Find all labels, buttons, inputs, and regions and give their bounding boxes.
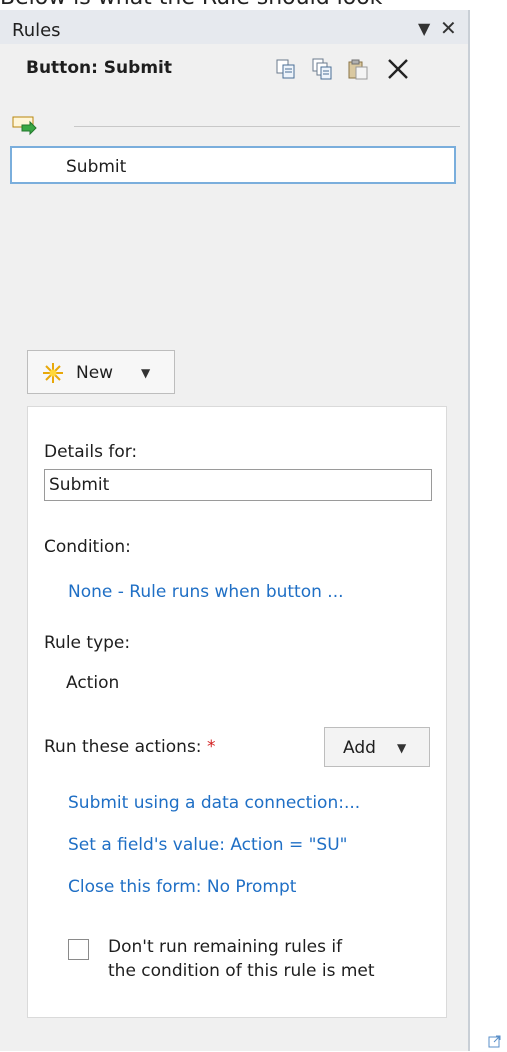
rule-action-icon bbox=[12, 116, 38, 140]
action-link-submit[interactable]: Submit using a data connection:... bbox=[68, 793, 360, 813]
chevron-down-icon: ▼ bbox=[141, 366, 151, 380]
caption-text: Below is what the Rule should look bbox=[0, 0, 507, 10]
rule-name-field[interactable] bbox=[44, 469, 432, 501]
copy-rule-icon[interactable] bbox=[274, 57, 298, 81]
details-for-label: Details for: bbox=[44, 442, 138, 462]
rule-type-value: Action bbox=[66, 673, 120, 693]
dont-run-remaining-label: Don't run remaining rules if the conditi… bbox=[108, 937, 375, 981]
pane-menu-dropdown-icon[interactable]: ▼ bbox=[418, 19, 430, 38]
rules-pane: Rules ▼ ✕ Button: Submit Submit New ▼ De… bbox=[0, 10, 470, 1051]
rule-details-panel: Details for: Condition: None - Rule runs… bbox=[27, 406, 447, 1018]
rules-separator bbox=[74, 126, 460, 127]
pane-close-icon[interactable]: ✕ bbox=[440, 16, 457, 40]
add-action-button[interactable]: Add ▼ bbox=[324, 727, 430, 767]
condition-label: Condition: bbox=[44, 537, 131, 557]
control-label: Button: Submit bbox=[26, 58, 172, 78]
copy-all-rules-icon[interactable] bbox=[310, 57, 334, 81]
pane-header: Rules ▼ ✕ bbox=[0, 10, 468, 44]
add-button-label: Add bbox=[343, 738, 376, 758]
pane-title: Rules bbox=[12, 20, 61, 41]
new-rule-button[interactable]: New ▼ bbox=[27, 350, 175, 394]
delete-rule-icon[interactable] bbox=[386, 57, 410, 81]
paste-rule-icon[interactable] bbox=[346, 57, 370, 81]
action-link-set-field[interactable]: Set a field's value: Action = "SU" bbox=[68, 835, 348, 855]
rule-list-item[interactable]: Submit bbox=[10, 146, 456, 184]
new-button-label: New bbox=[76, 363, 114, 383]
action-link-close-form[interactable]: Close this form: No Prompt bbox=[68, 877, 296, 897]
rule-name-label: Submit bbox=[66, 157, 127, 177]
condition-link[interactable]: None - Rule runs when button ... bbox=[68, 582, 344, 602]
rule-type-label: Rule type: bbox=[44, 633, 131, 653]
dont-run-remaining-checkbox[interactable] bbox=[68, 939, 89, 960]
new-sparkle-icon bbox=[42, 362, 64, 388]
chevron-down-icon: ▼ bbox=[397, 741, 407, 755]
run-actions-label: Run these actions: * bbox=[44, 737, 216, 757]
required-marker: * bbox=[206, 737, 216, 757]
expand-arrow-icon[interactable] bbox=[488, 1033, 502, 1052]
